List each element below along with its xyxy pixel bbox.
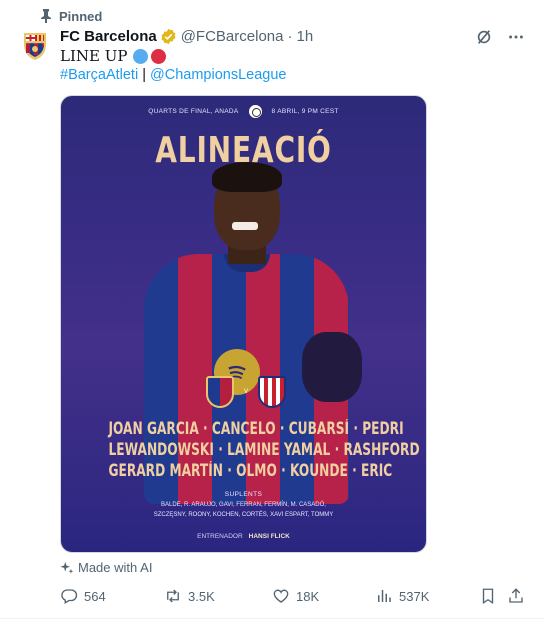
ucl-ball-icon <box>248 105 262 118</box>
barca-crest-icon <box>206 376 234 408</box>
verified-badge-icon <box>160 28 177 45</box>
like-count: 18K <box>296 588 320 604</box>
tweet-tags: #BarçaAtleti | @ChampionsLeague <box>60 65 286 85</box>
tweet-text: LINE UP <box>60 46 167 66</box>
tag-divider: | <box>142 67 146 83</box>
action-bar: 564 3.5K 18K 537K <box>60 586 530 606</box>
share-icon <box>509 588 523 603</box>
tweet-header: FC Barcelona @FCBarcelona · 1h <box>60 26 313 46</box>
atleti-crest-icon <box>257 376 286 408</box>
sparkle-icon <box>60 561 74 574</box>
pinned-text: Pinned <box>59 8 103 24</box>
lineup-row: GERARD MARTÍN · OLMO · KOUNDE · ERIC <box>108 461 393 480</box>
reply-count: 564 <box>84 588 106 604</box>
made-with-ai-label[interactable]: Made with AI <box>60 560 152 575</box>
coach-line: ENTRENADOR HANSI FLICK <box>61 533 426 540</box>
lineup-row: LEWANDOWSKI · LAMINE YAMAL · RASHFORD <box>108 440 420 459</box>
author-handle[interactable]: @FCBarcelona <box>181 28 284 45</box>
blue-circle-emoji <box>133 48 149 64</box>
tweet-card[interactable]: Pinned FC Barcelona @FCBarcelona · 1h LI… <box>0 0 544 619</box>
crest-vs: V <box>243 389 248 395</box>
lineup-list: JOAN GARCIA · CANCELO · CUBARSÍ · PEDRI … <box>61 418 426 481</box>
like-icon <box>273 589 289 603</box>
subs-row: SZCZĘSNY, ROONY, KOCHEN, CORTÉS, XAVI ES… <box>153 512 334 518</box>
views-count: 537K <box>399 588 430 604</box>
pin-icon <box>41 9 51 23</box>
author-name[interactable]: FC Barcelona <box>60 28 157 45</box>
reply-button[interactable]: 564 <box>60 587 106 605</box>
more-icon[interactable] <box>506 27 526 47</box>
poster-round: QUARTS DE FINAL, ANADA <box>148 108 239 115</box>
tweet-text-body: LINE UP <box>60 47 128 65</box>
timestamp[interactable]: 1h <box>296 28 313 45</box>
coach-label: ENTRENADOR <box>197 533 243 540</box>
like-button[interactable]: 18K <box>272 587 319 605</box>
poster-header: QUARTS DE FINAL, ANADA 8 ABRIL, 9 PM CES… <box>61 105 426 118</box>
bookmark-button[interactable] <box>479 587 497 605</box>
pinned-label: Pinned <box>40 8 102 24</box>
made-with-ai-text: Made with AI <box>78 560 153 575</box>
reply-icon <box>61 589 78 604</box>
bookmark-icon <box>482 588 494 605</box>
subs-label: SUPLENTS <box>224 491 263 498</box>
avatar[interactable] <box>17 27 53 63</box>
subs-row: BALDE, R. ARAUJO, GAVI, FERRAN, FERMÍN, … <box>161 502 326 508</box>
match-crests: V <box>206 376 286 408</box>
repost-count: 3.5K <box>188 588 215 604</box>
tweet-media-image[interactable]: QUARTS DE FINAL, ANADA 8 ABRIL, 9 PM CES… <box>60 95 427 553</box>
views-icon <box>378 590 391 602</box>
hashtag-link[interactable]: #BarçaAtleti <box>60 67 138 83</box>
repost-icon <box>167 589 179 603</box>
red-circle-emoji <box>151 48 167 64</box>
poster-date: 8 ABRIL, 9 PM CEST <box>271 108 339 115</box>
lineup-row: JOAN GARCIA · CANCELO · CUBARSÍ · PEDRI <box>108 419 404 438</box>
separator-dot: · <box>287 27 293 45</box>
grok-icon[interactable] <box>474 27 494 47</box>
repost-button[interactable]: 3.5K <box>164 587 215 605</box>
mention-link[interactable]: @ChampionsLeague <box>150 67 286 83</box>
share-button[interactable] <box>507 587 525 605</box>
coach-name: HANSI FLICK <box>248 533 290 540</box>
views-button[interactable]: 537K <box>375 587 429 605</box>
substitutes: SUPLENTS BALDE, R. ARAUJO, GAVI, FERRAN,… <box>61 490 426 520</box>
